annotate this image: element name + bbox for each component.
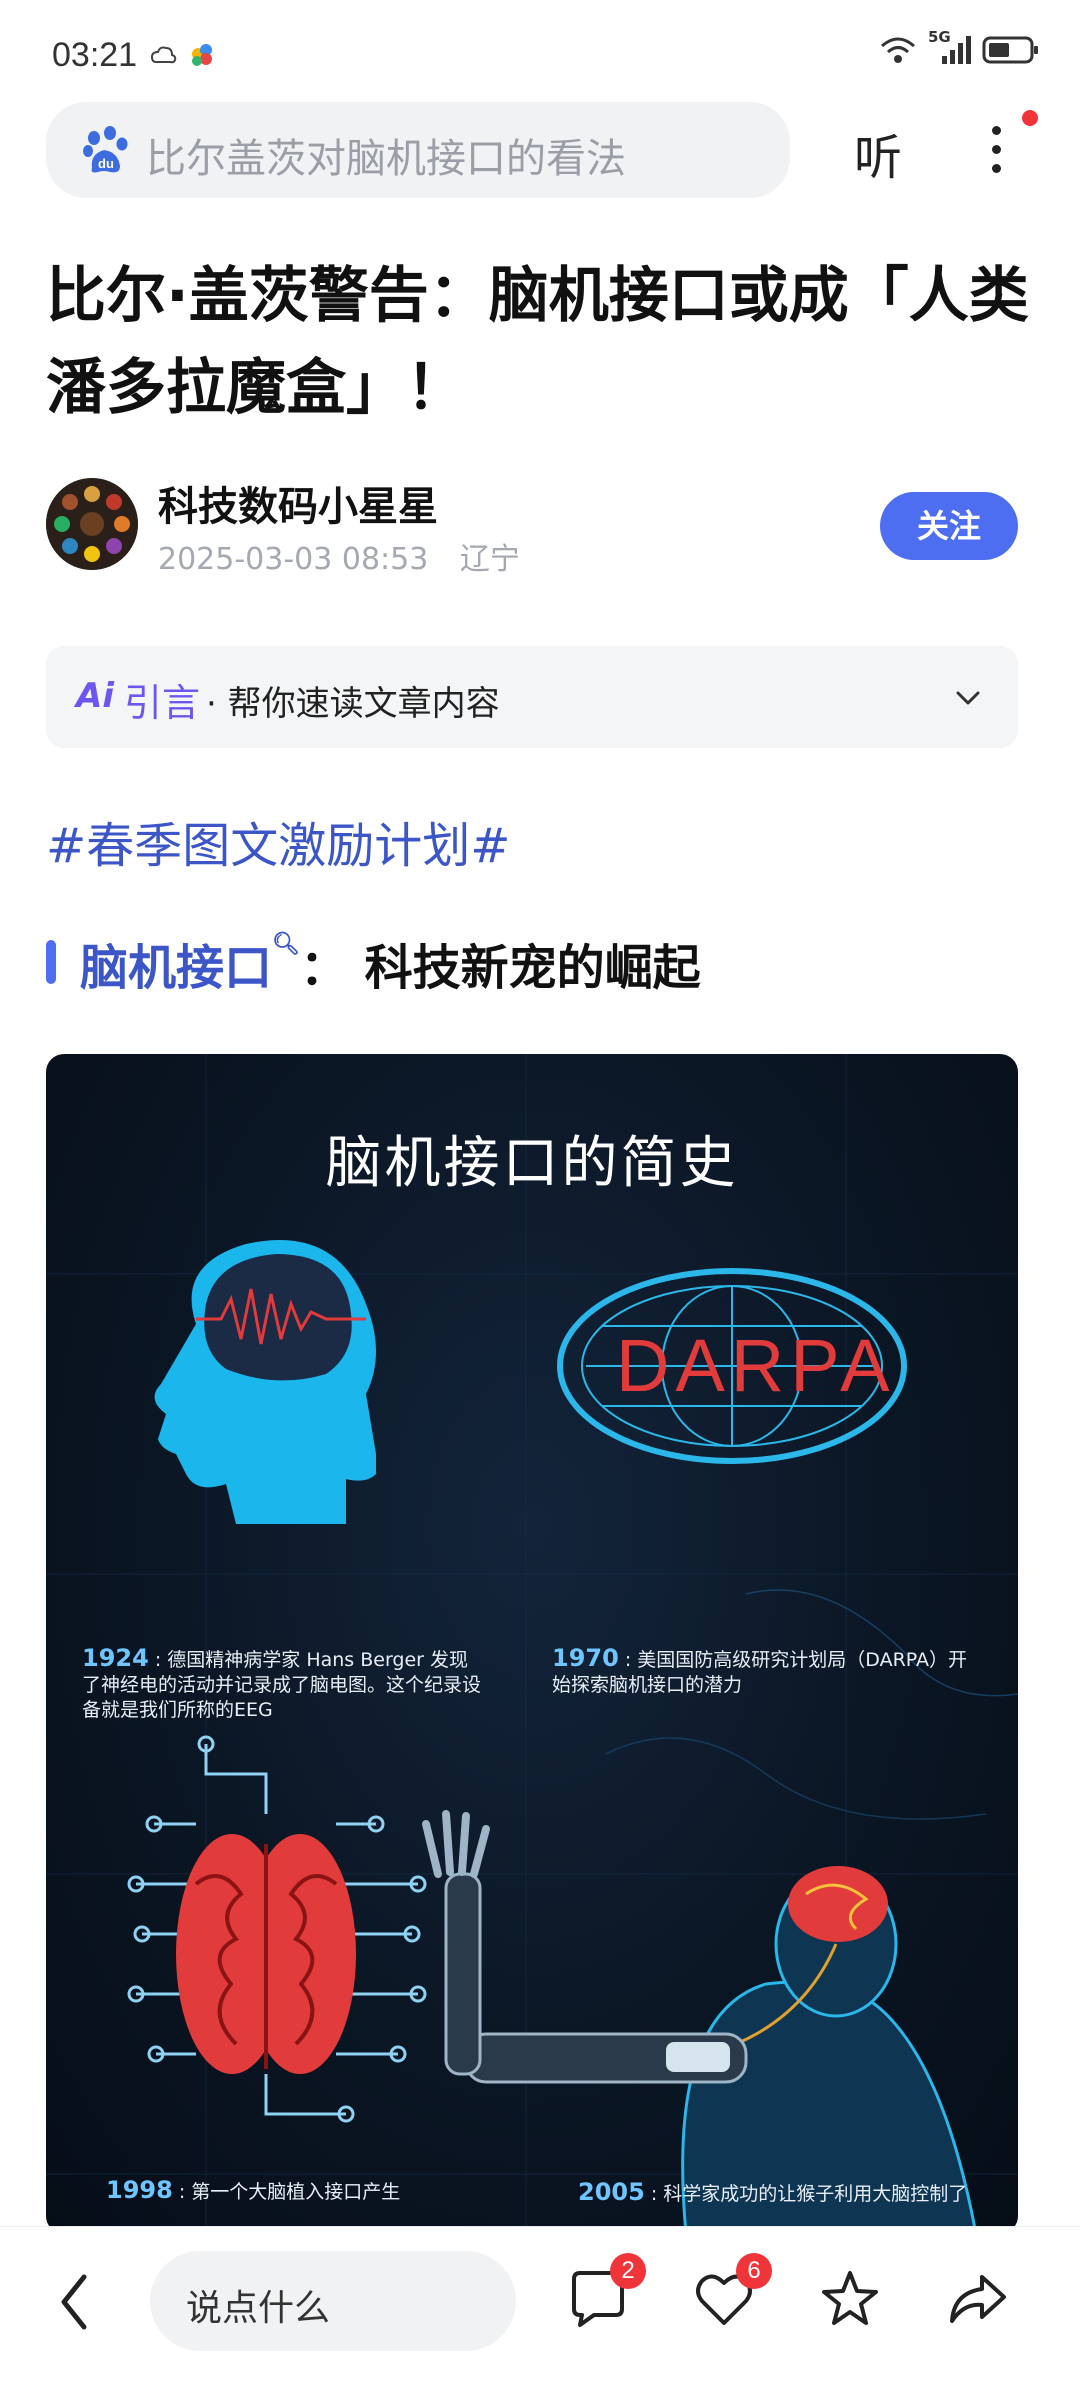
timeline-event-1998: 1998 : 第一个大脑植入接口产生 (106, 2176, 401, 2204)
publish-datetime: 2025-03-03 08:53 (158, 542, 429, 577)
more-menu-icon[interactable] (976, 118, 1016, 182)
comment-placeholder: 说点什么 (186, 2288, 331, 2329)
comment-input[interactable]: 说点什么 (150, 2251, 516, 2351)
article-title: 比尔·盖茨警告：脑机接口或成「人类潘多拉魔盒」！ (46, 261, 1029, 423)
author-avatar[interactable] (46, 478, 138, 570)
infographic-title: 脑机接口的简史 (325, 1131, 739, 1196)
favorite-button[interactable] (818, 2267, 882, 2331)
search-query: 比尔盖茨对脑机接口的看法 (146, 136, 626, 182)
weather-cloud-icon (150, 44, 212, 66)
ai-logo-icon: Ai (76, 676, 114, 716)
author-meta: 2025-03-03 08:53 辽宁 (158, 534, 520, 578)
search-keyword-icon[interactable]: 🔍︎ (272, 932, 300, 957)
like-count-badge: 6 (736, 2253, 772, 2289)
battery-icon (982, 36, 1038, 64)
share-arrow-icon (950, 2275, 1006, 2323)
author-name[interactable]: 科技数码小星星 (158, 474, 438, 532)
notification-dot (1022, 110, 1038, 126)
infographic-image[interactable]: 脑机接口的简史 DARPA 1924 : 德国精神病学家 Hans Berger… (46, 1054, 1018, 2234)
share-button[interactable] (946, 2267, 1010, 2331)
signal-icon: 5G (928, 28, 972, 66)
section-heading-text: ： 科技新宠的崛起 (299, 940, 701, 996)
status-bar: 03:21 5G (0, 0, 1080, 100)
hashtag-link[interactable]: #春季图文激励计划# (46, 806, 510, 876)
comment-count-badge: 2 (610, 2253, 646, 2289)
head-brain-illustration (154, 1240, 376, 1524)
status-icons: 5G (878, 28, 1040, 66)
timeline-event-1924: 1924 : 德国精神病学家 Hans Berger 发现了神经电的活动并记录成… (82, 1644, 482, 1722)
keyword-link[interactable]: 脑机接口 (80, 940, 272, 996)
search-bar[interactable]: du 比尔盖茨对脑机接口的看法 (46, 102, 790, 198)
author-location: 辽宁 (459, 542, 520, 577)
follow-button[interactable]: 关注 (880, 492, 1018, 560)
bottom-action-bar: 说点什么 2 6 (0, 2226, 1080, 2389)
like-button[interactable]: 6 (692, 2253, 772, 2331)
robotic-arm-illustration (422, 1810, 978, 2234)
svg-text:du: du (98, 156, 114, 171)
ai-summary-text: · 帮你速读文章内容 (206, 684, 500, 724)
comment-button[interactable]: 2 (566, 2253, 646, 2331)
timeline-event-2005: 2005 : 科学家成功的让猴子利用大脑控制了 (578, 2180, 968, 2206)
section-heading: 脑机接口🔍︎： 科技新宠的崛起 (80, 928, 701, 998)
timeline-event-1970: 1970 : 美国国防高级研究计划局（DARPA）开始探索脑机接口的潜力 (552, 1644, 968, 1697)
star-icon (822, 2271, 878, 2325)
chevron-down-icon[interactable] (950, 680, 986, 716)
ai-summary-bar[interactable]: Ai 引言 · 帮你速读文章内容 (46, 646, 1018, 748)
baidu-paw-icon: du (83, 126, 128, 173)
darpa-label: DARPA (616, 1324, 896, 1407)
back-arrow-icon[interactable] (54, 2267, 94, 2337)
infographic-background (46, 1054, 1018, 2234)
section-marker (46, 940, 56, 984)
wifi-icon (881, 37, 915, 63)
listen-button[interactable]: 听 (854, 118, 902, 188)
status-time: 03:21 (52, 36, 138, 74)
ai-summary-label: 引言 (124, 681, 201, 725)
